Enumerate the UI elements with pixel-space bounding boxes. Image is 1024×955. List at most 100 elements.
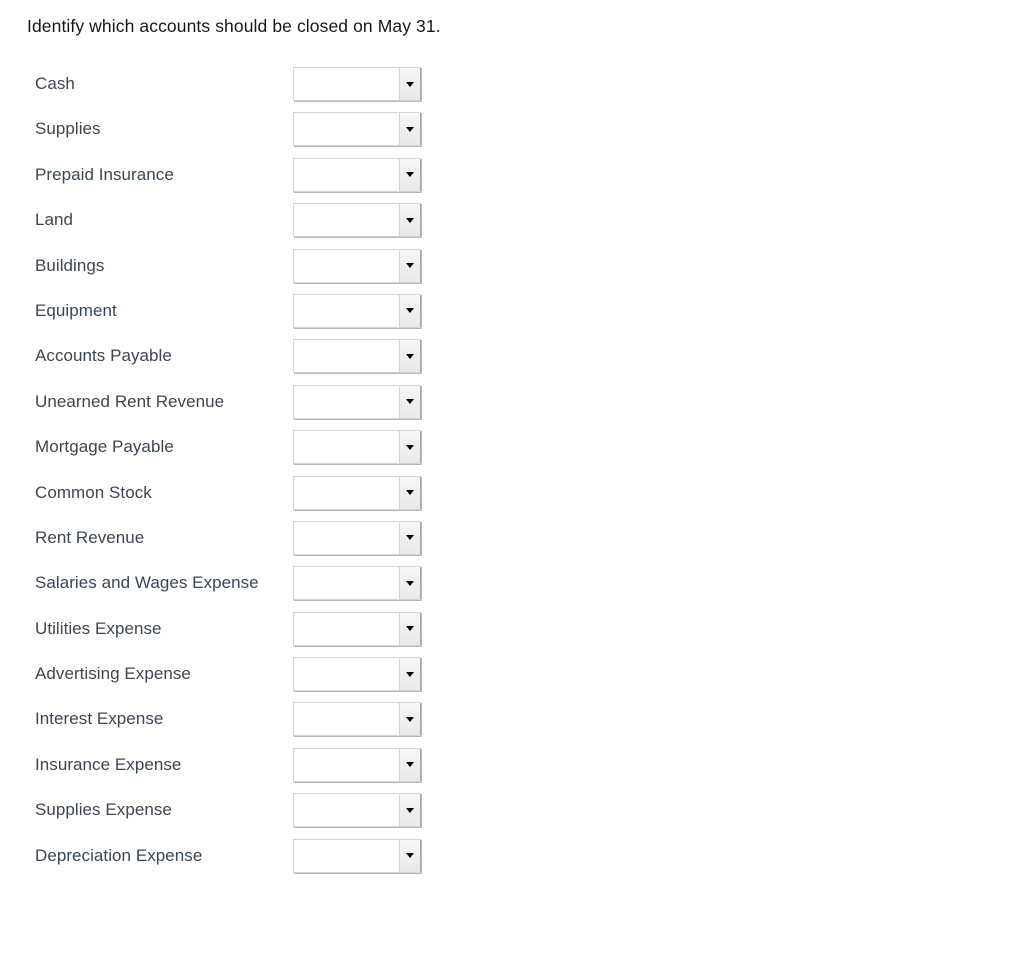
chevron-down-glyph (406, 126, 414, 132)
dropdown-value[interactable] (294, 476, 399, 509)
account-classification-dropdown[interactable] (293, 112, 421, 147)
account-classification-dropdown[interactable] (293, 838, 421, 873)
account-label: Rent Revenue (35, 527, 145, 547)
account-classification-dropdown[interactable] (293, 611, 421, 646)
account-classification-dropdown[interactable] (293, 384, 421, 419)
account-row: Insurance Expense (0, 747, 1024, 793)
account-classification-dropdown[interactable] (293, 430, 421, 465)
account-row: Salaries and Wages Expense (0, 566, 1024, 611)
account-classification-dropdown[interactable] (293, 67, 421, 101)
account-label: Utilities Expense (35, 618, 162, 638)
chevron-down-icon[interactable] (399, 839, 421, 872)
account-label: Depreciation Expense (35, 845, 203, 865)
account-label: Interest Expense (35, 709, 164, 729)
chevron-down-icon[interactable] (399, 204, 421, 237)
account-row: Buildings (0, 248, 1024, 294)
chevron-down-icon[interactable] (399, 385, 421, 418)
chevron-down-glyph (406, 490, 414, 496)
chevron-down-glyph (406, 671, 414, 677)
dropdown-value[interactable] (294, 385, 399, 418)
dropdown-value[interactable] (294, 839, 399, 872)
dropdown-value[interactable] (294, 567, 399, 600)
account-label: Supplies (35, 119, 101, 139)
page-title: Identify which accounts should be closed… (27, 16, 441, 36)
dropdown-value[interactable] (294, 249, 399, 282)
dropdown-value[interactable] (294, 294, 399, 327)
chevron-down-icon[interactable] (399, 431, 421, 464)
dropdown-value[interactable] (294, 703, 399, 736)
account-label: Prepaid Insurance (35, 164, 174, 184)
chevron-down-icon[interactable] (399, 68, 421, 100)
chevron-down-glyph (406, 353, 414, 359)
account-classification-dropdown[interactable] (293, 293, 421, 328)
dropdown-value[interactable] (294, 340, 399, 373)
account-list: Cash Supplies Prepaid Insurance Land Buildin… (0, 67, 1024, 884)
account-row: Depreciation Expense (0, 838, 1024, 884)
chevron-down-icon[interactable] (399, 158, 421, 191)
account-classification-dropdown[interactable] (293, 793, 421, 828)
account-row: Utilities Expense (0, 611, 1024, 657)
dropdown-value[interactable] (294, 521, 399, 554)
chevron-down-glyph (406, 716, 414, 722)
account-classification-dropdown[interactable] (293, 475, 421, 510)
chevron-down-icon[interactable] (399, 249, 421, 282)
dropdown-value[interactable] (294, 431, 399, 464)
account-classification-dropdown[interactable] (293, 747, 421, 782)
chevron-down-icon[interactable] (399, 113, 421, 146)
dropdown-value[interactable] (294, 68, 399, 100)
account-classification-dropdown[interactable] (293, 566, 421, 601)
account-classification-dropdown[interactable] (293, 248, 421, 283)
chevron-down-icon[interactable] (399, 567, 421, 600)
account-classification-dropdown[interactable] (293, 520, 421, 555)
dropdown-value[interactable] (294, 794, 399, 827)
account-row: Equipment (0, 293, 1024, 339)
chevron-down-icon[interactable] (399, 748, 421, 781)
chevron-down-glyph (406, 217, 414, 223)
account-label: Supplies Expense (35, 800, 172, 820)
chevron-down-icon[interactable] (399, 703, 421, 736)
account-classification-dropdown[interactable] (293, 203, 421, 238)
dropdown-value[interactable] (294, 204, 399, 237)
chevron-down-glyph (406, 807, 414, 813)
account-row: Land (0, 203, 1024, 248)
account-row: Prepaid Insurance (0, 157, 1024, 203)
chevron-down-glyph (406, 81, 414, 87)
account-classification-dropdown[interactable] (293, 657, 421, 692)
account-row: Rent Revenue (0, 520, 1024, 566)
account-classification-dropdown[interactable] (293, 702, 421, 737)
chevron-down-glyph (406, 399, 414, 405)
account-label: Equipment (35, 300, 117, 320)
chevron-down-icon[interactable] (399, 658, 421, 691)
chevron-down-glyph (406, 308, 414, 314)
account-classification-dropdown[interactable] (293, 339, 421, 374)
account-row: Mortgage Payable (0, 430, 1024, 475)
dropdown-value[interactable] (294, 658, 399, 691)
account-row: Cash (0, 67, 1024, 112)
chevron-down-icon[interactable] (399, 476, 421, 509)
dropdown-value[interactable] (294, 158, 399, 191)
chevron-down-glyph (406, 263, 414, 269)
page-root: Identify which accounts should be closed… (0, 0, 1024, 955)
account-row: Supplies (0, 112, 1024, 157)
dropdown-value[interactable] (294, 748, 399, 781)
chevron-down-glyph (406, 535, 414, 541)
chevron-down-icon[interactable] (399, 612, 421, 645)
account-label: Common Stock (35, 482, 152, 502)
account-row: Common Stock (0, 475, 1024, 521)
account-label: Accounts Payable (35, 346, 172, 366)
account-classification-dropdown[interactable] (293, 157, 421, 192)
account-row: Advertising Expense (0, 657, 1024, 702)
chevron-down-glyph (406, 853, 414, 859)
account-label: Insurance Expense (35, 754, 182, 774)
chevron-down-icon[interactable] (399, 794, 421, 827)
account-label: Unearned Rent Revenue (35, 391, 225, 411)
dropdown-value[interactable] (294, 612, 399, 645)
chevron-down-glyph (406, 444, 414, 450)
chevron-down-icon[interactable] (399, 294, 421, 327)
chevron-down-glyph (406, 172, 414, 178)
chevron-down-glyph (406, 762, 414, 768)
chevron-down-icon[interactable] (399, 521, 421, 554)
account-row: Interest Expense (0, 702, 1024, 747)
chevron-down-icon[interactable] (399, 340, 421, 373)
dropdown-value[interactable] (294, 113, 399, 146)
